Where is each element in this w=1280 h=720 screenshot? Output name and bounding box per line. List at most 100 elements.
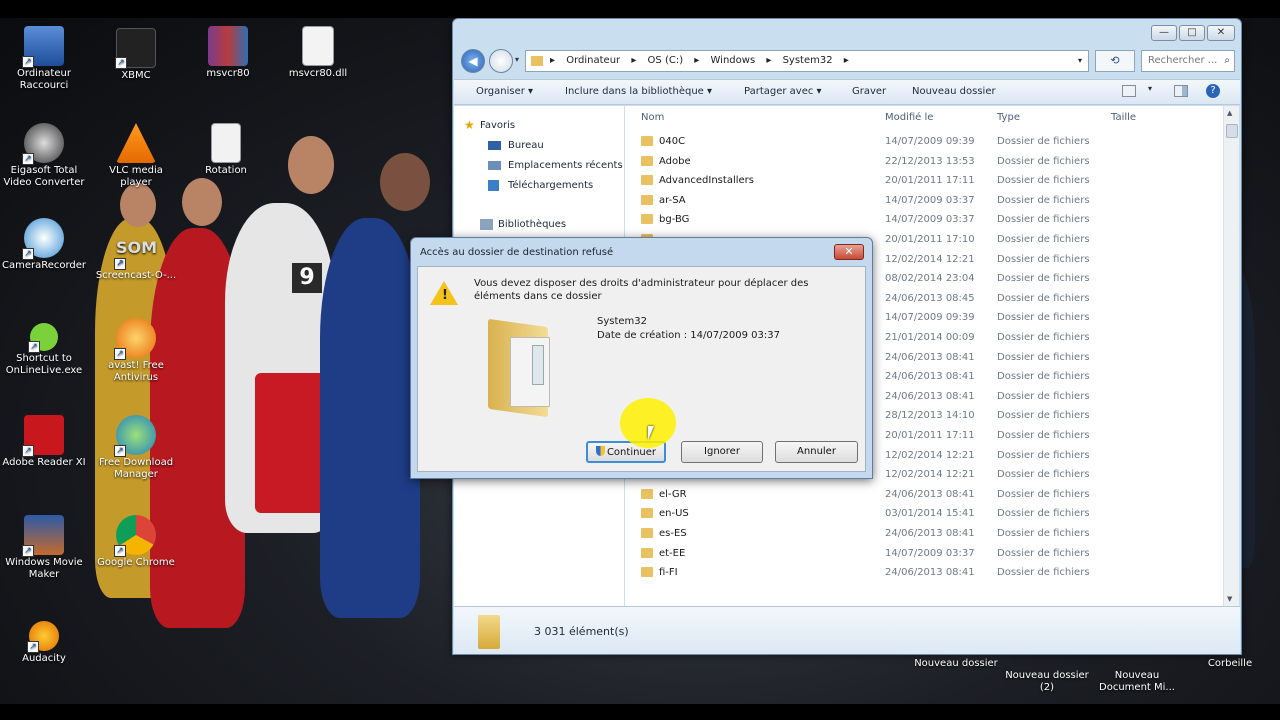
desktop-icon-onlinelive[interactable]: ↗ Shortcut to OnLineLive.exe <box>0 323 88 377</box>
table-row[interactable]: en-US 03/01/2014 15:41 Dossier de fichiers <box>625 504 1225 523</box>
desktop-icon-free-download-manager[interactable]: ↗ Free Download Manager <box>92 415 180 481</box>
view-options-icon[interactable] <box>1122 85 1136 97</box>
dialog-close-button[interactable]: ✕ <box>834 244 864 260</box>
table-row[interactable]: fi-FI 24/06/2013 08:41 Dossier de fichiers <box>625 563 1225 582</box>
column-name[interactable]: Nom <box>641 112 664 123</box>
column-type[interactable]: Type <box>997 112 1020 123</box>
crumb-separator[interactable]: ▸ <box>694 55 699 66</box>
desktop-icon-vlc[interactable]: VLC media player <box>92 123 180 189</box>
cancel-button[interactable]: Annuler <box>775 441 858 463</box>
row-name: 040C <box>659 136 686 147</box>
scroll-up-icon[interactable]: ▲ <box>1227 109 1232 117</box>
table-row[interactable]: 040C 14/07/2009 09:39 Dossier de fichiers <box>625 132 1225 151</box>
folder-icon <box>531 56 543 66</box>
table-row[interactable]: Adobe 22/12/2013 13:53 Dossier de fichiers <box>625 152 1225 171</box>
nav-favorites[interactable]: ★ Favoris <box>464 118 515 132</box>
breadcrumb-os-c[interactable]: OS (C:) <box>648 55 684 66</box>
folder-icon <box>641 508 653 519</box>
row-name: es-ES <box>659 528 687 539</box>
table-row[interactable]: el-GR 24/06/2013 08:41 Dossier de fichiers <box>625 485 1225 504</box>
column-modified[interactable]: Modifié le <box>885 112 933 123</box>
desktop-icon-recycle-bin[interactable]: Corbeille <box>1190 658 1270 670</box>
nav-recent-places[interactable]: Emplacements récents <box>488 160 623 171</box>
help-icon[interactable]: ? <box>1206 84 1220 98</box>
crumb-separator[interactable]: ▸ <box>631 55 636 66</box>
address-bar[interactable]: ▸ Ordinateur ▸ OS (C:) ▸ Windows ▸ Syste… <box>525 50 1089 72</box>
row-type: Dossier de fichiers <box>997 390 1090 402</box>
folder-icon <box>641 214 653 225</box>
desktop-icon-nouveau-document[interactable]: Nouveau Document Mi... <box>1090 658 1184 704</box>
desktop-icon-adobe-reader[interactable]: ↗ Adobe Reader XI <box>0 415 88 469</box>
crumb-separator[interactable]: ▸ <box>844 55 849 66</box>
desktop-icon-avast[interactable]: ↗ avast! Free Antivirus <box>92 318 180 384</box>
dialog-message: Vous devez disposer des droits d'adminis… <box>474 278 809 302</box>
row-type: Dossier de fichiers <box>997 528 1090 539</box>
table-row[interactable]: et-EE 14/07/2009 03:37 Dossier de fichiers <box>625 544 1225 563</box>
folder-icon <box>641 528 653 538</box>
nav-libraries[interactable]: Bibliothèques <box>480 219 566 230</box>
row-type: Dossier de fichiers <box>997 273 1090 285</box>
desktop-icon-msvcr80-dll[interactable]: msvcr80.dll <box>274 26 362 80</box>
desktop-icon-nouveau-dossier[interactable]: Nouveau dossier <box>908 658 1004 670</box>
desktop-icon-camerarecorder[interactable]: ↗ CameraRecorder <box>0 218 88 272</box>
desktop-icon-label: Google Chrome <box>97 557 175 568</box>
table-row[interactable]: es-ES 24/06/2013 08:41 Dossier de fichiers <box>625 524 1225 543</box>
table-row[interactable]: bg-BG 14/07/2009 03:37 Dossier de fichiers <box>625 210 1225 229</box>
maximize-button[interactable]: □ <box>1179 25 1205 41</box>
share-menu[interactable]: Partager avec ▾ <box>744 86 822 97</box>
desktop-icon-label: Nouveau dossier (2) <box>1005 670 1089 693</box>
row-date: 20/01/2011 17:10 <box>885 234 975 245</box>
forward-arrow-icon[interactable] <box>489 49 513 73</box>
back-arrow-icon[interactable]: ◀ <box>461 49 485 73</box>
mouse-cursor-icon <box>648 426 654 440</box>
minimize-button[interactable]: — <box>1151 25 1177 41</box>
nav-desktop[interactable]: Bureau <box>488 140 544 151</box>
close-button[interactable]: ✕ <box>1207 25 1235 41</box>
table-row[interactable]: ar-SA 14/07/2009 03:37 Dossier de fichiers <box>625 191 1225 210</box>
scrollbar-thumb[interactable] <box>1226 124 1238 138</box>
crumb-separator[interactable]: ▸ <box>766 55 771 66</box>
new-folder-button[interactable]: Nouveau dossier <box>912 86 996 97</box>
row-date: 20/01/2011 17:11 <box>885 175 975 187</box>
desktop-icon-audacity[interactable]: ↗ Audacity <box>0 621 88 665</box>
row-type: Dossier de fichiers <box>997 567 1090 579</box>
include-library-menu[interactable]: Inclure dans la bibliothèque ▾ <box>565 86 712 97</box>
desktop-icon-total-video-converter[interactable]: ↗ Eigasoft Total Video Converter <box>0 123 88 189</box>
preview-pane-icon[interactable] <box>1174 85 1188 97</box>
column-size[interactable]: Taille <box>1111 112 1136 123</box>
row-type: Dossier de fichiers <box>997 351 1090 363</box>
desktop-icon-xbmc[interactable]: ↗ XBMC <box>92 28 180 82</box>
table-row[interactable]: AdvancedInstallers 20/01/2011 17:11 Dossie… <box>625 171 1225 190</box>
vertical-scrollbar[interactable]: ▲ ▼ <box>1223 106 1239 606</box>
computer-icon: ↗ <box>22 26 64 68</box>
ignore-button[interactable]: Ignorer <box>681 441 763 463</box>
downloads-icon <box>488 180 499 191</box>
row-date: 14/07/2009 03:37 <box>885 547 975 559</box>
desktop-icon-label: XBMC <box>121 70 151 81</box>
folder-icon <box>641 488 653 499</box>
view-dropdown-icon[interactable]: ▾ <box>1148 84 1152 93</box>
cursor-highlight <box>620 398 676 448</box>
breadcrumb-windows[interactable]: Windows <box>711 55 756 66</box>
folder-icon <box>641 175 653 186</box>
desktop-icon-label: VLC media player <box>109 165 163 188</box>
search-input[interactable]: Rechercher ... ⌕ <box>1141 50 1235 72</box>
address-dropdown-icon[interactable]: ▾ <box>1078 51 1082 71</box>
breadcrumb-ordinateur[interactable]: Ordinateur <box>566 55 620 66</box>
breadcrumb-system32[interactable]: System32 <box>783 55 833 66</box>
desktop-icon-computer[interactable]: ↗ Ordinateur Raccourci <box>0 26 88 92</box>
scroll-down-icon[interactable]: ▼ <box>1227 595 1232 603</box>
desktop-icon-rotation[interactable]: Rotation <box>182 123 270 177</box>
refresh-icon[interactable]: ⟲ <box>1095 50 1135 72</box>
desktop-icon-chrome[interactable]: ↗ Google Chrome <box>92 515 180 569</box>
desktop-icon-screencast[interactable]: SOM ↗ Screencast-O-... <box>92 228 180 282</box>
desktop-icon-nouveau-dossier-2[interactable]: Nouveau dossier (2) <box>1000 658 1094 704</box>
desktop-icon-msvcr80[interactable]: msvcr80 <box>184 26 272 80</box>
history-dropdown-icon[interactable]: ▾ <box>515 55 519 64</box>
search-icon: ⌕ <box>1224 55 1230 66</box>
nav-downloads[interactable]: Téléchargements <box>488 180 593 191</box>
burn-button[interactable]: Graver <box>852 86 886 97</box>
organize-menu[interactable]: Organiser ▾ <box>476 86 533 97</box>
dll-file-icon <box>302 26 334 66</box>
desktop-icon-movie-maker[interactable]: ↗ Windows Movie Maker <box>0 515 88 581</box>
